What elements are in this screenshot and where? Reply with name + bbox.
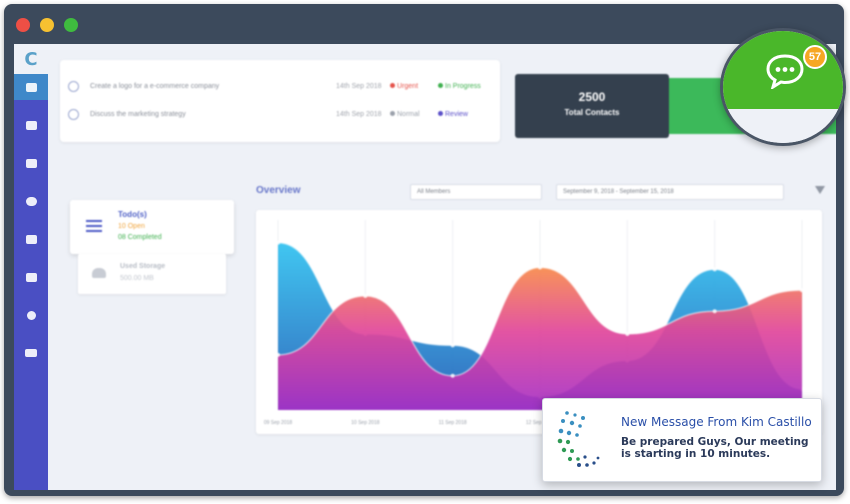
toast-message: Be prepared Guys, Our meeting is startin… — [621, 436, 809, 460]
task-row[interactable]: Discuss the marketing strategy 14th Sep … — [60, 102, 500, 128]
task-status-label: In Progress — [445, 83, 481, 90]
message-notification-toast[interactable]: New Message From Kim Castillo Be prepare… — [542, 398, 822, 482]
maximize-window-button[interactable] — [64, 18, 78, 32]
task-list: Create a logo for a e-commerce company 1… — [60, 60, 500, 142]
storage-title: Used Storage — [120, 263, 166, 270]
task-priority-label: Urgent — [397, 83, 419, 90]
sidebar-item-notes[interactable] — [14, 226, 48, 252]
todo-summary-card[interactable]: Todo(s) 10 Open 08 Completed — [70, 200, 234, 254]
x-tick-label: 10 Sep 2018 — [351, 420, 380, 426]
note-icon — [25, 234, 37, 244]
status-dot — [438, 83, 443, 88]
inbox-icon — [25, 120, 37, 130]
data-point[interactable] — [712, 267, 717, 272]
task-priority: Normal — [390, 111, 420, 118]
monitor-icon — [25, 272, 37, 282]
sidebar-item-inbox[interactable] — [14, 112, 48, 138]
task-name: Create a logo for a e-commerce company — [90, 83, 220, 90]
car-icon — [25, 82, 37, 92]
priority-dot — [390, 111, 395, 116]
title-bar — [4, 4, 844, 44]
cloud-storage-icon — [92, 268, 106, 278]
data-point[interactable] — [450, 373, 455, 378]
task-status-label: Review — [445, 111, 468, 118]
sidebar-item-share[interactable] — [14, 302, 48, 328]
total-contacts-label: Total Contacts — [564, 108, 620, 117]
data-point[interactable] — [276, 352, 280, 357]
logo-mark: C — [24, 48, 38, 70]
sidebar-item-dashboard[interactable] — [14, 74, 48, 100]
x-tick-label: 11 Sep 2018 — [439, 420, 467, 426]
task-date: 14th Sep 2018 — [336, 111, 382, 118]
data-point[interactable] — [538, 265, 542, 270]
notification-count-badge: 57 — [803, 45, 827, 69]
task-name: Discuss the marketing strategy — [90, 111, 186, 118]
priority-dot — [390, 83, 395, 88]
task-date: 14th Sep 2018 — [336, 83, 382, 90]
sidebar-item-contacts[interactable] — [14, 150, 48, 176]
total-contacts-count: 2500 — [578, 90, 606, 104]
close-window-button[interactable] — [16, 18, 30, 32]
todo-completed-count: 08 Completed — [118, 234, 162, 241]
overview-title: Overview — [256, 185, 301, 196]
sidebar-item-billing[interactable] — [14, 340, 48, 366]
status-dot — [438, 111, 443, 116]
company-logo-icon — [557, 411, 600, 467]
member-filter-select[interactable]: All Members — [410, 184, 542, 200]
notification-magnifier[interactable]: 57 — [720, 28, 846, 146]
notification-panel-base — [723, 109, 843, 143]
data-point[interactable] — [276, 240, 280, 245]
x-tick-label: 09 Sep 2018 — [264, 420, 293, 426]
filter-icon[interactable] — [815, 186, 825, 194]
task-priority: Urgent — [390, 83, 418, 90]
list-icon — [86, 220, 102, 232]
task-checkbox[interactable] — [68, 81, 79, 92]
todo-open-count: 10 Open — [118, 223, 145, 230]
date-range-input[interactable]: September 9, 2018 - September 15, 2018 — [556, 184, 784, 200]
todo-title: Todo(s) — [118, 210, 147, 219]
task-checkbox[interactable] — [68, 109, 79, 120]
data-point[interactable] — [625, 332, 630, 336]
data-point[interactable] — [712, 309, 717, 314]
task-priority-label: Normal — [397, 111, 420, 118]
data-point[interactable] — [450, 343, 455, 348]
task-status: In Progress — [438, 83, 481, 90]
credit-card-icon — [25, 349, 37, 357]
app-logo[interactable]: C — [14, 44, 48, 74]
task-row[interactable]: Create a logo for a e-commerce company 1… — [60, 74, 500, 100]
sidebar-item-media[interactable] — [14, 264, 48, 290]
data-point[interactable] — [800, 288, 804, 293]
total-contacts-card[interactable]: 2500 Total Contacts — [515, 74, 669, 138]
storage-value: 500.00 MB — [120, 275, 154, 282]
sidebar-item-cloud[interactable] — [14, 188, 48, 214]
share-icon — [26, 310, 36, 320]
contact-card-icon — [25, 158, 37, 168]
chat-bubble-icon — [766, 54, 804, 89]
toast-title: New Message From Kim Castillo — [621, 415, 812, 429]
used-storage-card[interactable]: Used Storage 500.00 MB — [78, 254, 226, 294]
task-status: Review — [438, 111, 468, 118]
cloud-icon — [25, 196, 37, 206]
minimize-window-button[interactable] — [40, 18, 54, 32]
sidebar: C — [14, 44, 48, 490]
data-point[interactable] — [363, 294, 368, 298]
